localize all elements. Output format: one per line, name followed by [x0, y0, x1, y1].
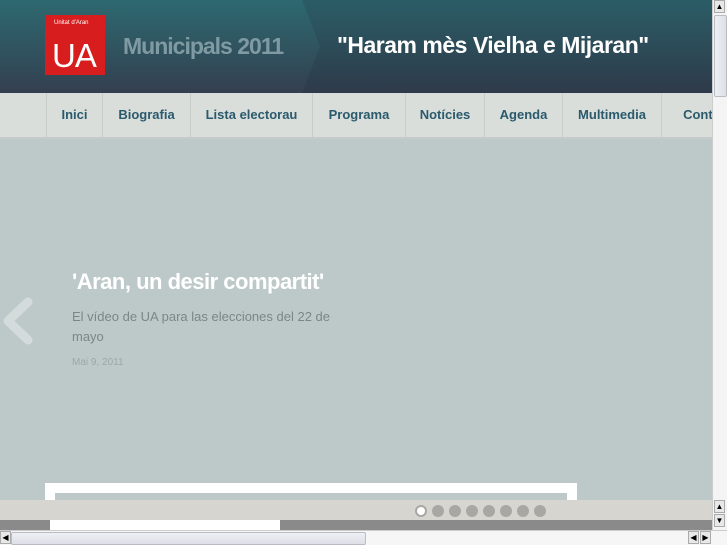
slide-description: El vídeo de UA para las elecciones del 2… [72, 309, 331, 344]
slogan: "Haram mès Vielha e Mijaran" [337, 32, 649, 58]
scroll-up-button[interactable]: ▲ [714, 0, 725, 13]
scroll-down-button[interactable]: ▼ [714, 514, 725, 527]
slider-dot[interactable] [500, 505, 512, 517]
nav-item-programa[interactable]: Programa [312, 93, 405, 137]
nav-item-agenda[interactable]: Agenda [484, 93, 562, 137]
scroll-left-button-2[interactable]: ◀ [688, 531, 699, 544]
ua-logo[interactable]: Unitat d'Aran UA [45, 15, 105, 75]
horizontal-scroll-thumb[interactable] [11, 532, 366, 545]
site-title: Municipals 2011 [123, 33, 284, 59]
horizontal-scrollbar[interactable]: ◀ ◀ ▶ [0, 530, 727, 545]
slider-dot[interactable] [415, 505, 427, 517]
logo-small-text: Unitat d'Aran [54, 20, 89, 26]
logo-big-text: UA [52, 37, 97, 74]
slider-pagination-bar [0, 500, 712, 520]
slide-date: Mai 9, 2011 [72, 357, 124, 368]
slider-dot[interactable] [534, 505, 546, 517]
slide-title[interactable]: 'Aran, un desir compartit' [72, 269, 324, 295]
chevron-left-icon[interactable] [2, 296, 34, 346]
nav-item-biografia[interactable]: Biografia [102, 93, 190, 137]
nav-item-contacte[interactable]: Conta [661, 93, 712, 137]
slider-dot[interactable] [432, 505, 444, 517]
nav-item-noticies[interactable]: Notícies [405, 93, 484, 137]
nav-item-lista-electorau[interactable]: Lista electorau [190, 93, 312, 137]
content-strip [0, 520, 712, 530]
scroll-right-button[interactable]: ▶ [700, 531, 711, 544]
nav-item-multimedia[interactable]: Multimedia [562, 93, 661, 137]
scroll-up-button-2[interactable]: ▲ [714, 500, 725, 513]
main-nav: Inici Biografia Lista electorau Programa… [0, 93, 712, 139]
site-header: Unitat d'Aran UA Municipals 2011 "Haram … [0, 0, 712, 93]
slider-dot[interactable] [466, 505, 478, 517]
video-frame [45, 483, 577, 500]
slider-dot[interactable] [517, 505, 529, 517]
slider-dot[interactable] [449, 505, 461, 517]
vertical-scrollbar[interactable]: ▲ ▲ ▼ [712, 0, 727, 530]
slider-dots [415, 505, 546, 517]
scroll-left-button[interactable]: ◀ [0, 531, 11, 544]
slider-dot[interactable] [483, 505, 495, 517]
nav-item-inici[interactable]: Inici [46, 93, 102, 137]
vertical-scroll-thumb[interactable] [714, 15, 727, 97]
